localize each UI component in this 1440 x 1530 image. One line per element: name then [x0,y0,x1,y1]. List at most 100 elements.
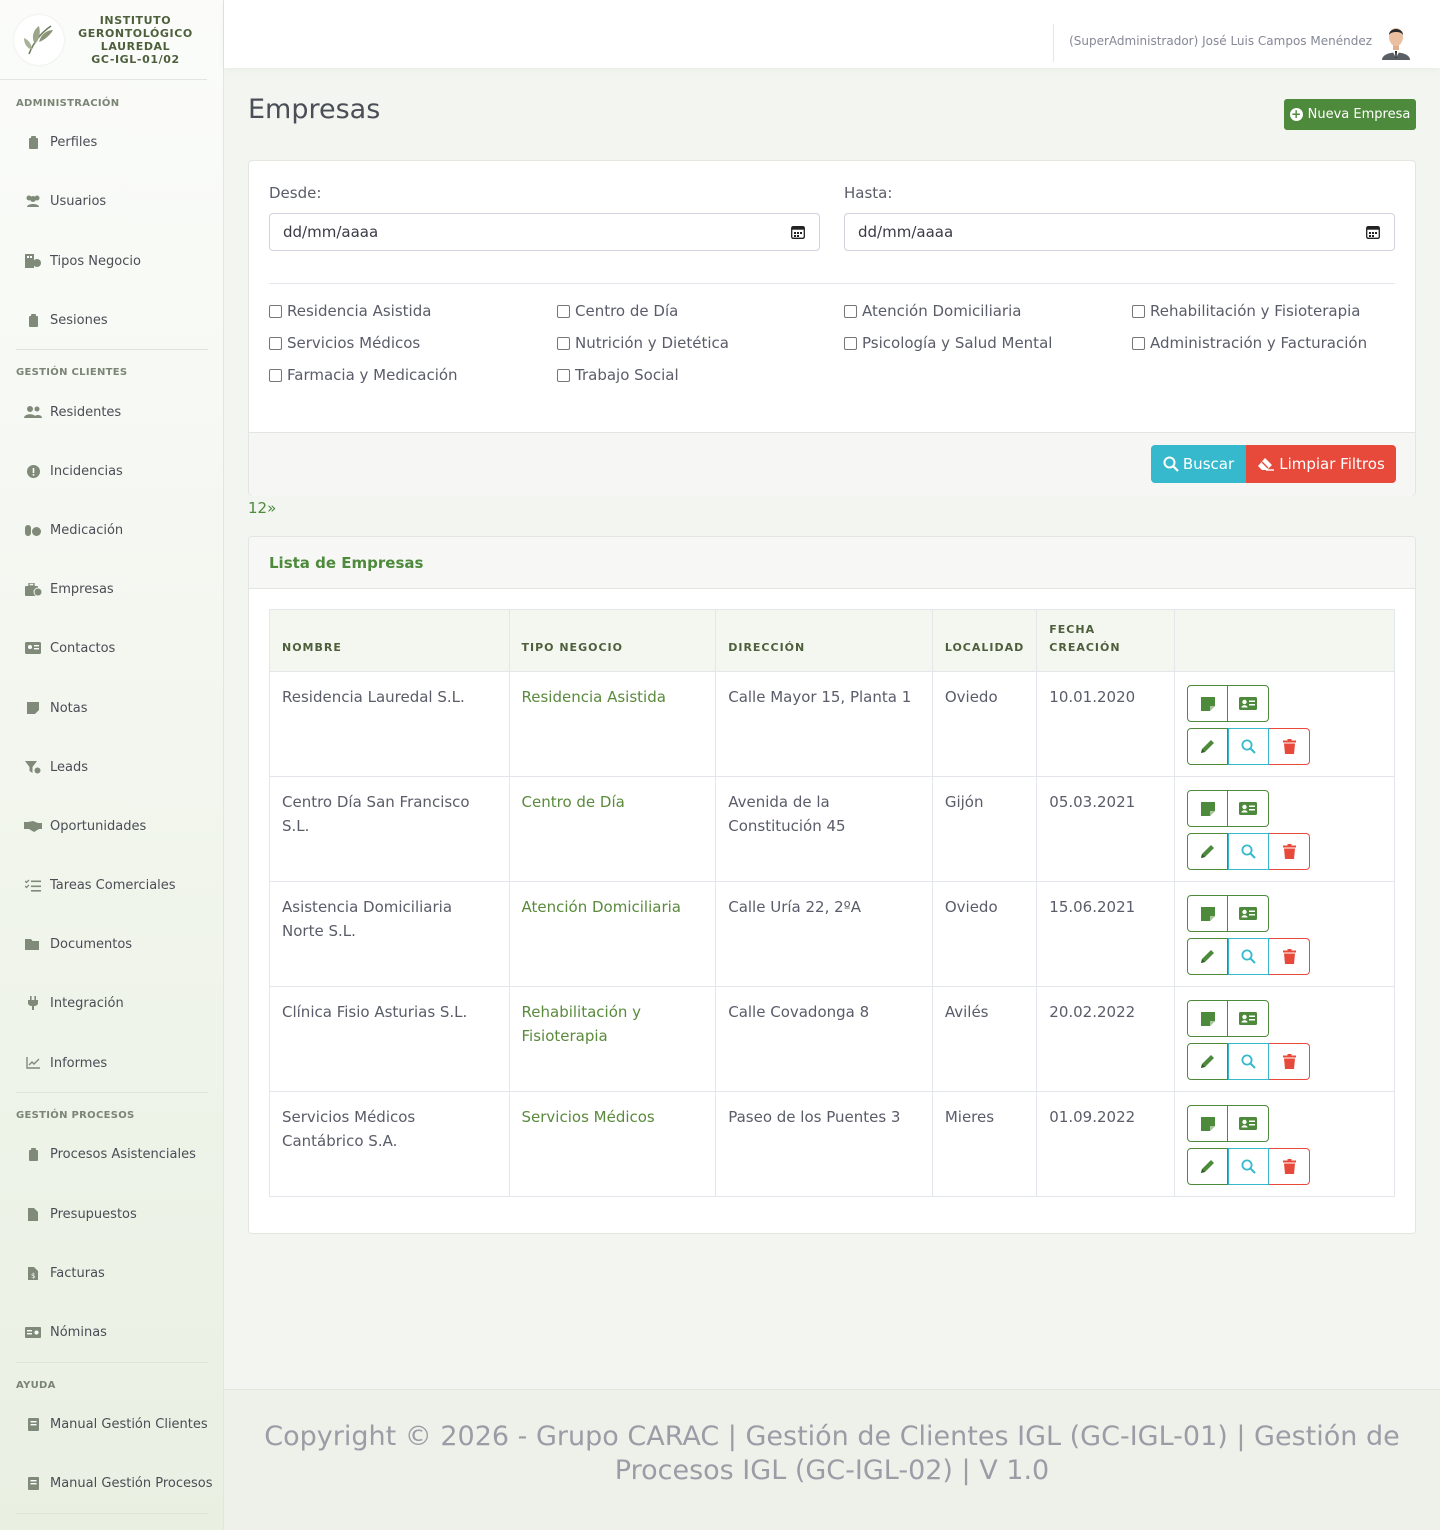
view-button[interactable] [1228,1148,1270,1185]
view-button[interactable] [1228,728,1270,765]
notes-button[interactable] [1187,685,1229,722]
id-card-icon [24,641,42,655]
cell-tipo-negocio[interactable]: Atención Domiciliaria [508,881,717,987]
new-empresa-button[interactable]: + Nueva Empresa [1284,99,1416,130]
delete-button[interactable] [1269,938,1311,975]
checkbox[interactable] [269,304,282,318]
cell-tipo-negocio[interactable]: Servicios Médicos [508,1091,717,1197]
notes-button[interactable] [1187,1000,1229,1037]
sidebar-item-leads[interactable]: Leads [0,755,224,779]
checkbox-psicologia-salud-mental[interactable]: Psicología y Salud Mental [844,334,1052,352]
checkbox[interactable] [269,368,282,382]
sidebar-item-presupuestos[interactable]: Presupuestos [0,1202,224,1226]
checkbox-servicios-medicos[interactable]: Servicios Médicos [269,334,420,352]
cell-fecha-creacion: 15.06.2021 [1036,881,1176,987]
contacts-button[interactable] [1228,1000,1270,1037]
delete-button[interactable] [1269,728,1311,765]
sidebar-item-tareas-comerciales[interactable]: Tareas Comerciales [0,873,224,897]
checkbox-trabajo-social[interactable]: Trabajo Social [557,366,679,384]
calendar-icon[interactable] [791,225,805,239]
checkbox-residencia-asistida[interactable]: Residencia Asistida [269,302,431,320]
cell-tipo-negocio[interactable]: Rehabilitación y Fisioterapia [508,986,717,1092]
edit-button[interactable] [1187,1043,1229,1080]
sidebar-divider [16,1513,208,1514]
contacts-button[interactable] [1228,1105,1270,1142]
calendar-icon[interactable] [1366,225,1380,239]
sidebar-item-tipos-negocio[interactable]: Tipos Negocio [0,249,224,273]
cell-direccion: Avenida de la Constitución 45 [715,776,933,882]
sidebar-item-medicacion[interactable]: Medicación [0,518,224,542]
sidebar-item-incidencias[interactable]: Incidencias [0,459,224,483]
sidebar-item-facturas[interactable]: $ Facturas [0,1261,224,1285]
cell-tipo-negocio[interactable]: Residencia Asistida [508,671,717,777]
sidebar-item-manual-gestion-clientes[interactable]: Manual Gestión Clientes [0,1412,224,1436]
checkbox-nutricion-dietetica[interactable]: Nutrición y Dietética [557,334,729,352]
notes-button[interactable] [1187,895,1229,932]
column-header-fecha-creacion[interactable]: FECHA CREACIÓN [1036,609,1176,672]
column-header-tipo-negocio[interactable]: TIPO NEGOCIO [508,609,717,672]
checkbox[interactable] [844,336,857,350]
contacts-button[interactable] [1228,790,1270,827]
sidebar-item-oportunidades[interactable]: Oportunidades [0,814,224,838]
checkbox[interactable] [557,368,570,382]
checkbox-atencion-domiciliaria[interactable]: Atención Domiciliaria [844,302,1021,320]
cell-acciones [1174,986,1395,1092]
sidebar-item-perfiles[interactable]: Perfiles [0,130,224,154]
sidebar-item-empresas[interactable]: Empresas [0,577,224,601]
pagination[interactable]: 12» [248,499,276,517]
checkbox[interactable] [269,336,282,350]
avatar[interactable] [1380,24,1412,60]
checkbox-administracion-facturacion[interactable]: Administración y Facturación [1132,334,1367,352]
checkbox[interactable] [844,304,857,318]
sidebar-item-nominas[interactable]: Nóminas [0,1320,224,1344]
sidebar-item-usuarios[interactable]: Usuarios [0,189,224,213]
checkbox-rehabilitacion-fisioterapia[interactable]: Rehabilitación y Fisioterapia [1132,302,1361,320]
clear-filters-button[interactable]: Limpiar Filtros [1246,445,1396,483]
view-button[interactable] [1228,1043,1270,1080]
checkbox-centro-de-dia[interactable]: Centro de Día [557,302,678,320]
brand[interactable]: INSTITUTO GERONTOLÓGICO LAUREDAL GC-IGL-… [0,0,207,80]
contacts-button[interactable] [1228,895,1270,932]
edit-button[interactable] [1187,833,1229,870]
edit-button[interactable] [1187,938,1229,975]
hasta-date-input[interactable]: dd/mm/aaaa [844,213,1395,251]
sidebar-item-procesos-asistenciales[interactable]: Procesos Asistenciales [0,1142,224,1166]
sidebar-item-sesiones[interactable]: Sesiones [0,308,224,332]
delete-button[interactable] [1269,1043,1311,1080]
delete-button[interactable] [1269,1148,1311,1185]
sidebar-item-informes[interactable]: Informes [0,1051,224,1075]
sidebar-item-residentes[interactable]: Residentes [0,400,224,424]
search-button[interactable]: Buscar [1151,445,1246,483]
checkbox-farmacia-medicacion[interactable]: Farmacia y Medicación [269,366,458,384]
view-button[interactable] [1228,938,1270,975]
delete-button[interactable] [1269,833,1311,870]
search-icon [1163,456,1179,472]
edit-button[interactable] [1187,728,1229,765]
sidebar-item-label: Medicación [50,522,124,538]
checkbox-label: Residencia Asistida [287,302,432,320]
checkbox[interactable] [557,336,570,350]
column-header-acciones [1174,609,1395,672]
desde-date-input[interactable]: dd/mm/aaaa [269,213,820,251]
checkbox[interactable] [1132,336,1145,350]
sidebar-item-contactos[interactable]: Contactos [0,636,224,660]
checkbox[interactable] [1132,304,1145,318]
notes-button[interactable] [1187,1105,1229,1142]
cell-acciones [1174,881,1395,987]
checkbox[interactable] [557,304,570,318]
column-header-direccion[interactable]: DIRECCIÓN [715,609,933,672]
sidebar-item-notas[interactable]: Notas [0,696,224,720]
sidebar-item-manual-gestion-procesos[interactable]: Manual Gestión Procesos [0,1471,224,1495]
alert-icon [24,464,42,478]
sidebar-item-integracion[interactable]: Integración [0,991,224,1015]
view-button[interactable] [1228,833,1270,870]
cell-tipo-negocio[interactable]: Centro de Día [508,776,717,882]
edit-button[interactable] [1187,1148,1229,1185]
sidebar-item-label: Leads [50,759,89,775]
contacts-button[interactable] [1228,685,1270,722]
user-name[interactable]: (SuperAdministrador) José Luis Campos Me… [1069,34,1372,48]
sidebar-item-documentos[interactable]: Documentos [0,932,224,956]
notes-button[interactable] [1187,790,1229,827]
column-header-nombre[interactable]: NOMBRE [269,609,510,672]
column-header-localidad[interactable]: LOCALIDAD [931,609,1038,672]
